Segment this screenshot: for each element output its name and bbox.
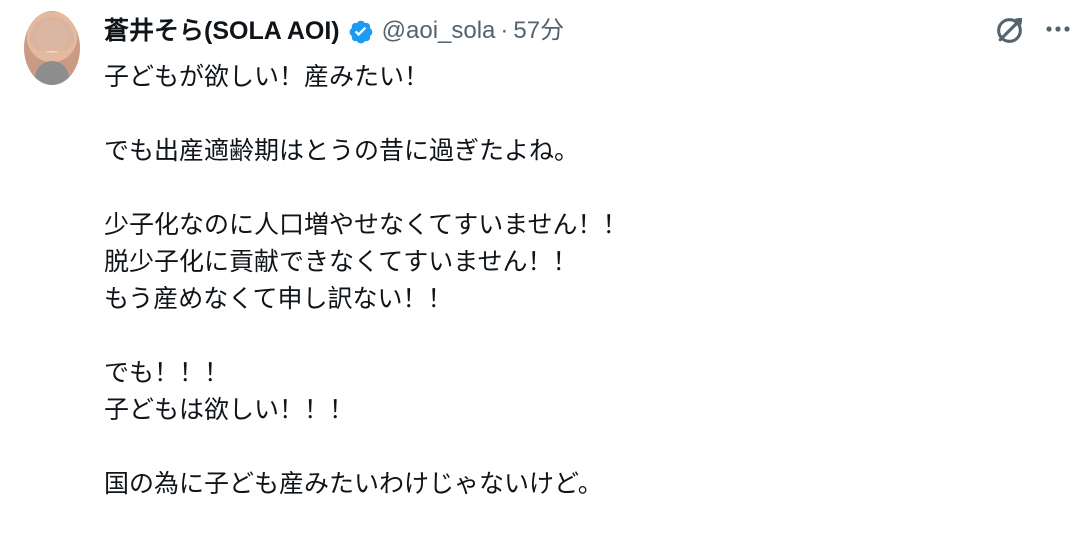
separator-dot: · — [500, 17, 509, 44]
tweet-text-line: 脱少子化に貢献できなくてすいません！！ — [104, 247, 578, 276]
verified-badge-icon — [349, 20, 372, 43]
tweet-text-line: でも！！！ — [104, 358, 230, 387]
tweet-text-line: 子どもが欲しい！産みたい！ — [104, 62, 430, 91]
display-name[interactable]: 蒼井そら(SOLA AOI) — [104, 12, 340, 50]
tweet-header: 蒼井そら(SOLA AOI) @aoi_sola · 57分 — [104, 12, 564, 50]
avatar[interactable] — [24, 11, 80, 85]
tweet-text-line: 子どもは欲しい！！！ — [104, 395, 355, 424]
tweet-text-line: もう産めなくて申し訳ない！！ — [104, 284, 453, 313]
tweet-post: 蒼井そら(SOLA AOI) @aoi_sola · 57分 子どもが欲しい！産… — [0, 0, 1091, 547]
tweet-text: 子どもが欲しい！産みたい！ でも出産適齢期はとうの昔に過ぎたよね。 少子化なのに… — [104, 58, 1064, 502]
tweet-text-line: 国の為に子ども産みたいわけじゃないけど。 — [104, 469, 603, 498]
tweet-text-line: でも出産適齢期はとうの昔に過ぎたよね。 — [104, 136, 580, 165]
tweet-text-line: 少子化なのに人口増やせなくてすいません！！ — [104, 210, 628, 239]
post-timestamp[interactable]: 57分 — [513, 12, 564, 50]
more-options-icon[interactable] — [1045, 18, 1071, 40]
grok-icon[interactable] — [993, 14, 1026, 47]
user-handle[interactable]: @aoi_sola — [382, 12, 496, 50]
